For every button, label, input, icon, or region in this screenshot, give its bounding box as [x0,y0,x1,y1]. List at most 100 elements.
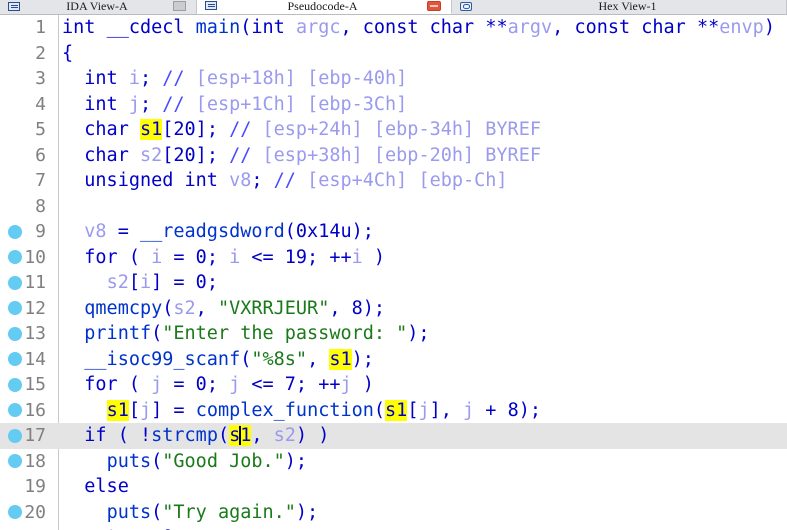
line-number: 1 [35,17,46,39]
code-text[interactable]: char s2[20]; // [esp+38h] [ebp-20h] BYRE… [52,143,787,169]
code-line[interactable]: 10 for ( i = 0; i <= 19; ++i ) [0,245,787,271]
code-text[interactable]: puts("Try again."); [52,500,787,526]
code-token: ) [763,17,775,38]
tab-ida-view-a[interactable]: IDA View-A [0,0,197,14]
tab-label: IDA View-A [66,0,128,13]
code-text[interactable]: else [52,474,787,500]
code-area[interactable]: 1 int __cdecl main(int argc, const char *… [0,15,787,530]
code-text[interactable]: int i; // [esp+18h] [ebp-40h] [52,66,787,92]
tab-pseudocode-a[interactable]: Pseudocode-A [197,0,452,14]
code-token: v8 [229,170,252,191]
code-line[interactable]: 21 return 0; [0,525,787,530]
code-token: ; [251,170,274,191]
tab-label: Hex View-1 [598,0,657,13]
code-line[interactable]: 7 unsigned int v8; // [esp+4Ch] [ebp-Ch] [0,168,787,194]
code-token: , 8); [329,297,386,319]
code-token: j [463,399,475,421]
code-token: i [351,246,363,268]
code-line[interactable]: 15 for ( j = 0; j <= 7; ++j ) [0,372,787,398]
code-line[interactable]: 13 printf("Enter the password: "); [0,321,787,347]
code-token: main [195,17,241,38]
code-text[interactable]: qmemcpy(s2, "VXRRJEUR", 8); [52,296,787,322]
code-token: [ [128,399,140,421]
code-token: ; [139,68,163,89]
code-text[interactable]: s2[i] = 0; [52,270,787,296]
code-text[interactable]: s1[j] = complex_function(s1[j], j + 8); [52,398,787,424]
code-text[interactable]: unsigned int v8; // [esp+4Ch] [ebp-Ch] [52,168,787,194]
code-token: ( [217,425,230,446]
ida-pseudocode-window: IDA View-A Pseudocode-A Hex View-1 1 int __… [0,0,787,530]
code-token: { [62,42,74,64]
code-token: [esp+24h] [ebp-34h] BYREF [262,119,541,140]
code-token: s2 [106,272,129,293]
code-line[interactable]: 1 int __cdecl main(int argc, const char *… [0,15,787,41]
code-line[interactable]: 16 s1[j] = complex_function(s1[j], j + 8… [0,398,787,424]
code-text[interactable]: { [52,41,787,67]
code-token: ); [407,323,430,344]
code-line[interactable]: 14 __isoc99_scanf("%8s", s1); [0,347,787,373]
code-line[interactable]: 17 if ( !strcmp(s1, s2) ) [0,423,787,449]
code-text[interactable]: v8 = __readgsdword(0x14u); [52,219,787,245]
breakpoint-icon[interactable] [8,377,22,392]
code-token: i [139,272,152,293]
code-token: __cdecl [106,17,196,38]
code-text[interactable]: puts("Good Job."); [52,449,787,475]
code-token: , [340,17,363,38]
highlighted-identifier[interactable]: s1 [106,399,129,421]
code-token: // [162,93,196,115]
breakpoint-icon[interactable] [8,275,22,290]
code-text[interactable]: int __cdecl main(int argc, const char **… [52,15,787,41]
close-icon[interactable] [427,0,441,11]
breakpoint-icon[interactable] [8,326,22,341]
code-token: ** [696,17,720,38]
code-text[interactable]: int j; // [esp+1Ch] [ebp-3Ch] [52,92,787,118]
tab-hex-view-1[interactable]: Hex View-1 [452,0,787,14]
code-line[interactable]: 12 qmemcpy(s2, "VXRRJEUR", 8); [0,296,787,322]
highlighted-identifier[interactable]: s1 [329,348,352,370]
code-line[interactable]: 6 char s2[20]; // [esp+38h] [ebp-20h] BY… [0,143,787,169]
highlighted-identifier[interactable]: s1 [229,425,252,446]
code-line[interactable]: 5 char s1[20]; // [esp+24h] [ebp-34h] BY… [0,117,787,143]
breakpoint-icon[interactable] [8,428,22,443]
code-text[interactable]: __isoc99_scanf("%8s", s1); [52,347,787,373]
code-token: + 8); [474,399,541,421]
code-text[interactable]: if ( !strcmp(s1, s2) ) [52,423,787,449]
code-token: i [229,246,241,268]
code-token: ( [162,297,174,319]
highlighted-identifier[interactable]: s1 [139,119,163,140]
code-token: [esp+1Ch] [ebp-3Ch] [195,93,408,115]
code-token: [ [128,272,140,293]
minimize-icon[interactable] [173,1,186,11]
breakpoint-icon[interactable] [8,224,22,239]
code-line[interactable]: 4 int j; // [esp+1Ch] [ebp-3Ch] [0,92,787,118]
code-line[interactable]: 8 [0,194,787,220]
line-number: 4 [35,93,46,115]
code-token: , [195,297,218,319]
pseudocode-editor[interactable]: 1 int __cdecl main(int argc, const char *… [0,15,787,530]
code-token: <= 7; ++ [240,374,341,395]
code-line[interactable]: 18 puts("Good Job."); [0,449,787,475]
highlighted-identifier[interactable]: s1 [385,399,408,421]
code-line[interactable]: 19 else [0,474,787,500]
code-text[interactable]: return 0; [52,525,787,530]
code-token: v8 [84,221,107,242]
code-text[interactable]: printf("Enter the password: "); [52,321,787,347]
code-token: ( [373,399,386,421]
code-token: ( [151,450,163,472]
code-line[interactable]: 2{ [0,41,787,67]
code-line[interactable]: 11 s2[i] = 0; [0,270,787,296]
code-line[interactable]: 3 int i; // [esp+18h] [ebp-40h] [0,66,787,92]
code-line[interactable]: 20 puts("Try again."); [0,500,787,526]
code-text[interactable]: for ( j = 0; j <= 7; ++j ) [52,372,787,398]
code-text[interactable]: char s1[20]; // [esp+24h] [ebp-34h] BYRE… [52,117,787,143]
code-text[interactable]: for ( i = 0; i <= 19; ++i ) [52,245,787,271]
code-line[interactable]: 9 v8 = __readgsdword(0x14u); [0,219,787,245]
code-token: char [84,119,140,140]
code-token: j [418,399,430,421]
line-number: 19 [24,476,46,498]
tab-bar: IDA View-A Pseudocode-A Hex View-1 [0,0,787,15]
